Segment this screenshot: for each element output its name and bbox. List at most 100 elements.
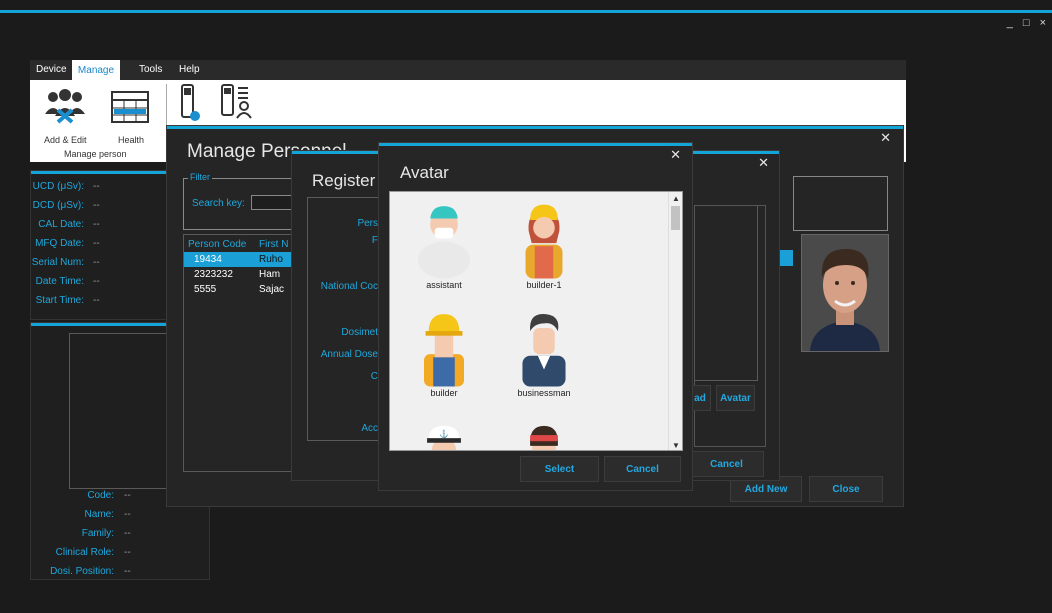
- device-field-value: --: [93, 276, 100, 287]
- person-field-value: --: [124, 566, 131, 577]
- maximize-button[interactable]: □: [1023, 17, 1030, 29]
- device-field-value: --: [93, 219, 100, 230]
- dialog-title: Register: [312, 171, 376, 190]
- filter-legend: Filter: [188, 172, 212, 182]
- cell-person-code: 5555: [194, 284, 217, 295]
- register-field-label: Annual Dose: [320, 349, 378, 360]
- avatar-item-label: builder-1: [526, 280, 562, 290]
- avatar-cancel-button[interactable]: Cancel: [604, 456, 681, 482]
- cell-person-code: 2323232: [194, 269, 233, 280]
- menu-bar: Device Manage Tools Help: [30, 60, 906, 80]
- headband-avatar-icon: [504, 412, 584, 450]
- health-icon[interactable]: [110, 90, 150, 124]
- select-button[interactable]: Select: [520, 456, 599, 482]
- right-info-box: [793, 176, 888, 231]
- table-row[interactable]: 5555 Sajac: [184, 282, 296, 297]
- person-field-value: --: [124, 509, 131, 520]
- scrollbar[interactable]: ▲ ▼: [668, 192, 682, 450]
- close-icon[interactable]: ✕: [670, 147, 681, 163]
- person-photo: [801, 234, 889, 352]
- add-edit-label: Add & Edit: [44, 135, 87, 145]
- dialog-accent: [167, 126, 903, 129]
- builder-female-avatar-icon: [504, 200, 584, 280]
- col-person-code[interactable]: Person Code: [184, 239, 259, 250]
- col-first-name[interactable]: First N: [259, 239, 288, 250]
- register-field-label: C: [370, 371, 378, 382]
- cell-first-name: Ham: [259, 269, 281, 280]
- person-field-label: Dosi. Position:: [50, 566, 114, 577]
- device-field-label: DCD (μSv):: [32, 200, 84, 211]
- register-field-label: Pers: [357, 218, 378, 229]
- device-field-value: --: [93, 238, 100, 249]
- device-field-label: MFQ Date:: [35, 238, 84, 249]
- person-field-value: --: [124, 490, 131, 501]
- table-row[interactable]: 19434 Ruho: [184, 252, 296, 267]
- businessman-avatar-icon: [504, 308, 584, 388]
- device-field-value: --: [93, 181, 100, 192]
- close-icon[interactable]: ✕: [880, 130, 891, 146]
- selection-strip: [779, 250, 793, 266]
- tab-help[interactable]: Help: [179, 64, 200, 75]
- avatar-item-label: builder: [430, 388, 458, 398]
- device-field-label: Serial Num:: [31, 257, 84, 268]
- device-field-label: Start Time:: [35, 295, 84, 306]
- avatar-item[interactable]: assistant: [404, 200, 484, 300]
- device-field-value: --: [93, 295, 100, 306]
- cell-first-name: Ruho: [259, 254, 283, 265]
- device-info-panel: UCD (μSv): -- DCD (μSv): -- CAL Date: -- MFQ D…: [30, 170, 169, 320]
- avatar-item-label: businessman: [517, 388, 571, 398]
- add-edit-person-icon[interactable]: [40, 88, 90, 124]
- person-field-value: --: [124, 528, 131, 539]
- avatar-button[interactable]: Avatar: [716, 385, 755, 411]
- device-person-icon[interactable]: [220, 84, 260, 122]
- minimize-button[interactable]: _: [1007, 17, 1013, 29]
- avatar-item[interactable]: businessman: [504, 308, 584, 408]
- avatar-item[interactable]: builder-1: [504, 200, 584, 300]
- register-field-label: Dosimet: [341, 327, 378, 338]
- close-icon[interactable]: ✕: [758, 155, 769, 171]
- dialog-accent: [379, 143, 692, 146]
- close-window-button[interactable]: ×: [1040, 17, 1046, 29]
- device-field-value: --: [93, 257, 100, 268]
- person-field-label: Family:: [81, 528, 114, 539]
- svg-text:⚓: ⚓: [439, 430, 449, 439]
- dialog-title: Avatar: [400, 163, 449, 182]
- window-controls: _ □ ×: [1007, 17, 1046, 29]
- avatar-item[interactable]: builder: [404, 308, 484, 408]
- scroll-up-icon[interactable]: ▲: [672, 194, 680, 203]
- person-field-label: Clinical Role:: [55, 547, 114, 558]
- register-cancel-button[interactable]: Cancel: [689, 451, 764, 477]
- health-label: Health: [118, 135, 145, 145]
- avatar-dialog: ✕ Avatar assistant builder-1 builder busine…: [378, 142, 693, 491]
- device-field-label: Date Time:: [35, 276, 84, 287]
- person-table: Person Code First N 19434 Ruho 2323232 Ham 5…: [183, 234, 296, 472]
- title-accent-line: [0, 10, 1052, 13]
- avatar-item[interactable]: [504, 412, 584, 450]
- device-field-label: CAL Date:: [38, 219, 84, 230]
- captain-avatar-icon: ⚓: [404, 412, 484, 450]
- tab-manage[interactable]: Manage: [72, 60, 120, 80]
- cell-person-code: 19434: [194, 254, 222, 265]
- person-field-label: Code:: [87, 490, 114, 501]
- close-button[interactable]: Close: [809, 476, 883, 502]
- device-field-value: --: [93, 200, 100, 211]
- device-check-icon[interactable]: [180, 84, 200, 122]
- avatar-list: assistant builder-1 builder businessman ⚓ ▲ …: [389, 191, 683, 451]
- ribbon-group-label: Manage person: [64, 149, 127, 159]
- register-form-box: [307, 197, 379, 441]
- table-row[interactable]: 2323232 Ham: [184, 267, 296, 282]
- person-field-value: --: [124, 547, 131, 558]
- register-field-label: Acc: [361, 423, 378, 434]
- search-label: Search key:: [192, 198, 245, 209]
- avatar-item[interactable]: ⚓: [404, 412, 484, 450]
- tab-tools[interactable]: Tools: [139, 64, 162, 75]
- scroll-down-icon[interactable]: ▼: [672, 441, 680, 450]
- tab-device[interactable]: Device: [36, 64, 67, 75]
- table-header: Person Code First N: [184, 239, 296, 250]
- person-field-label: Name:: [84, 509, 114, 520]
- panel-accent: [31, 171, 169, 174]
- assistant-avatar-icon: [404, 200, 484, 280]
- cell-first-name: Sajac: [259, 284, 285, 295]
- register-field-label: National Coc: [320, 281, 378, 292]
- scroll-thumb[interactable]: [671, 206, 680, 230]
